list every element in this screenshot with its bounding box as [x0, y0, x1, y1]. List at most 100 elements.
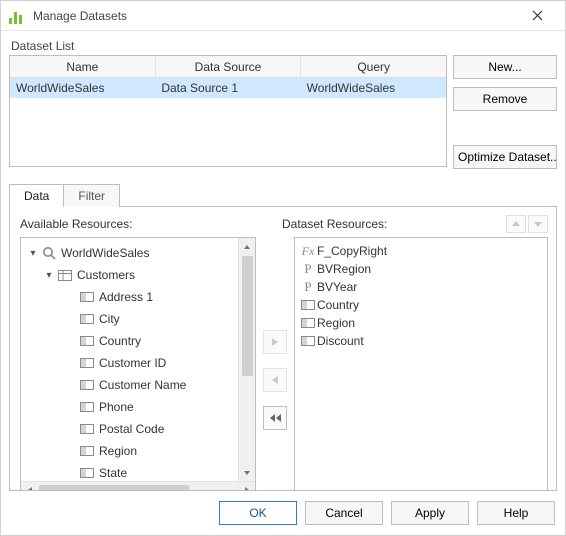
list-item[interactable]: FxF_CopyRight: [299, 242, 543, 260]
double-arrow-left-icon: [268, 412, 282, 424]
tree-item-label: WorldWideSales: [61, 246, 149, 260]
titlebar: Manage Datasets: [1, 1, 565, 31]
scroll-right-icon[interactable]: [238, 482, 255, 491]
parameter-icon: P: [299, 279, 317, 295]
new-button[interactable]: New...: [453, 55, 557, 79]
tree-item[interactable]: ▾ Customers: [25, 264, 255, 286]
col-query[interactable]: Query: [301, 56, 446, 77]
list-item[interactable]: PBVYear: [299, 278, 543, 296]
tree-item[interactable]: ▸City: [25, 308, 255, 330]
expand-toggle-icon[interactable]: ▾: [27, 248, 39, 259]
field-icon: [299, 318, 317, 328]
list-item-label: Region: [317, 316, 355, 330]
apply-button[interactable]: Apply: [391, 501, 469, 525]
tree-item-label: Country: [99, 334, 141, 348]
scroll-left-icon[interactable]: [21, 482, 38, 491]
grid-row[interactable]: WorldWideSales Data Source 1 WorldWideSa…: [10, 78, 446, 98]
arrow-down-icon: [533, 219, 543, 229]
remove-all-button[interactable]: [263, 406, 287, 430]
optimize-button[interactable]: Optimize Dataset...: [453, 145, 557, 169]
vertical-scrollbar[interactable]: [238, 238, 255, 481]
scroll-up-icon[interactable]: [239, 238, 255, 255]
move-up-button[interactable]: [506, 215, 526, 233]
tree-item-label: Phone: [99, 400, 134, 414]
field-icon: [299, 336, 317, 346]
field-icon: [79, 290, 95, 304]
arrow-right-icon: [269, 336, 281, 348]
app-icon: [9, 8, 25, 24]
dialog-window: Manage Datasets Dataset List Name Data S…: [0, 0, 566, 536]
tree-item[interactable]: ▸Phone: [25, 396, 255, 418]
window-title: Manage Datasets: [33, 9, 517, 23]
tree-item-label: Postal Code: [99, 422, 164, 436]
dataset-grid[interactable]: Name Data Source Query WorldWideSales Da…: [9, 55, 447, 167]
help-button[interactable]: Help: [477, 501, 555, 525]
add-button[interactable]: [263, 330, 287, 354]
tree-item[interactable]: ▸Customer Name: [25, 374, 255, 396]
tab-data[interactable]: Data: [9, 184, 64, 207]
horizontal-scrollbar[interactable]: [21, 481, 255, 491]
list-item-label: Discount: [317, 334, 364, 348]
panel-body: ▾ WorldWideSales ▾ Customers ▸Address 1▸City…: [20, 237, 548, 482]
ok-button[interactable]: OK: [219, 501, 297, 525]
grid-body: WorldWideSales Data Source 1 WorldWideSa…: [10, 78, 446, 166]
dataset-resources-label: Dataset Resources:: [282, 217, 504, 231]
dataset-list-label: Dataset List: [9, 37, 557, 55]
field-icon: [79, 334, 95, 348]
field-icon: [79, 444, 95, 458]
move-down-button[interactable]: [528, 215, 548, 233]
transfer-buttons: [260, 237, 290, 482]
tree-item-label: Address 1: [99, 290, 153, 304]
cancel-button[interactable]: Cancel: [305, 501, 383, 525]
parameter-icon: P: [299, 261, 317, 277]
tab-bar: Data Filter: [9, 183, 557, 206]
footer: OK Cancel Apply Help: [1, 491, 565, 535]
tab-filter[interactable]: Filter: [63, 184, 120, 207]
tree-item[interactable]: ▸State: [25, 462, 255, 481]
list-item[interactable]: PBVRegion: [299, 260, 543, 278]
field-icon: [79, 356, 95, 370]
col-name[interactable]: Name: [10, 56, 156, 77]
cell-query: WorldWideSales: [301, 78, 446, 98]
tree-item[interactable]: ▸Region: [25, 440, 255, 462]
dataset-resources-list[interactable]: FxF_CopyRightPBVRegionPBVYearCountryRegi…: [294, 237, 548, 491]
field-icon: [79, 422, 95, 436]
list-item-label: Country: [317, 298, 359, 312]
list-item-label: F_CopyRight: [317, 244, 387, 258]
list-item-label: BVRegion: [317, 262, 371, 276]
col-datasource[interactable]: Data Source: [156, 56, 302, 77]
grid-header: Name Data Source Query: [10, 56, 446, 78]
field-icon: [79, 312, 95, 326]
table-icon: [57, 268, 73, 282]
close-button[interactable]: [517, 2, 557, 30]
field-icon: [79, 466, 95, 480]
panel-head: Available Resources: Dataset Resources:: [20, 215, 548, 233]
formula-icon: Fx: [299, 244, 317, 259]
scroll-thumb[interactable]: [242, 256, 253, 376]
tree-item[interactable]: ▸Country: [25, 330, 255, 352]
list-item[interactable]: Discount: [299, 332, 543, 350]
scroll-down-icon[interactable]: [239, 464, 255, 481]
top-area: Name Data Source Query WorldWideSales Da…: [9, 55, 557, 169]
tree-item[interactable]: ▸Address 1: [25, 286, 255, 308]
cell-name: WorldWideSales: [10, 78, 155, 98]
list-item[interactable]: Region: [299, 314, 543, 332]
tree-item[interactable]: ▾ WorldWideSales: [25, 242, 255, 264]
tree-item-label: State: [99, 466, 127, 480]
expand-toggle-icon[interactable]: ▾: [43, 270, 55, 281]
tree-item[interactable]: ▸Customer ID: [25, 352, 255, 374]
remove-button[interactable]: Remove: [453, 87, 557, 111]
tree-item-label: Customers: [77, 268, 135, 282]
content-area: Dataset List Name Data Source Query Worl…: [1, 31, 565, 491]
tree-item[interactable]: ▸Postal Code: [25, 418, 255, 440]
remove-one-button[interactable]: [263, 368, 287, 392]
cell-datasource: Data Source 1: [155, 78, 300, 98]
tree-item-label: Region: [99, 444, 137, 458]
tree-item-label: Customer ID: [99, 356, 166, 370]
arrow-left-icon: [269, 374, 281, 386]
tab-panel: Available Resources: Dataset Resources: …: [9, 206, 557, 491]
close-icon: [532, 10, 543, 21]
list-item[interactable]: Country: [299, 296, 543, 314]
available-tree[interactable]: ▾ WorldWideSales ▾ Customers ▸Address 1▸City…: [20, 237, 256, 491]
tree-item-label: Customer Name: [99, 378, 186, 392]
